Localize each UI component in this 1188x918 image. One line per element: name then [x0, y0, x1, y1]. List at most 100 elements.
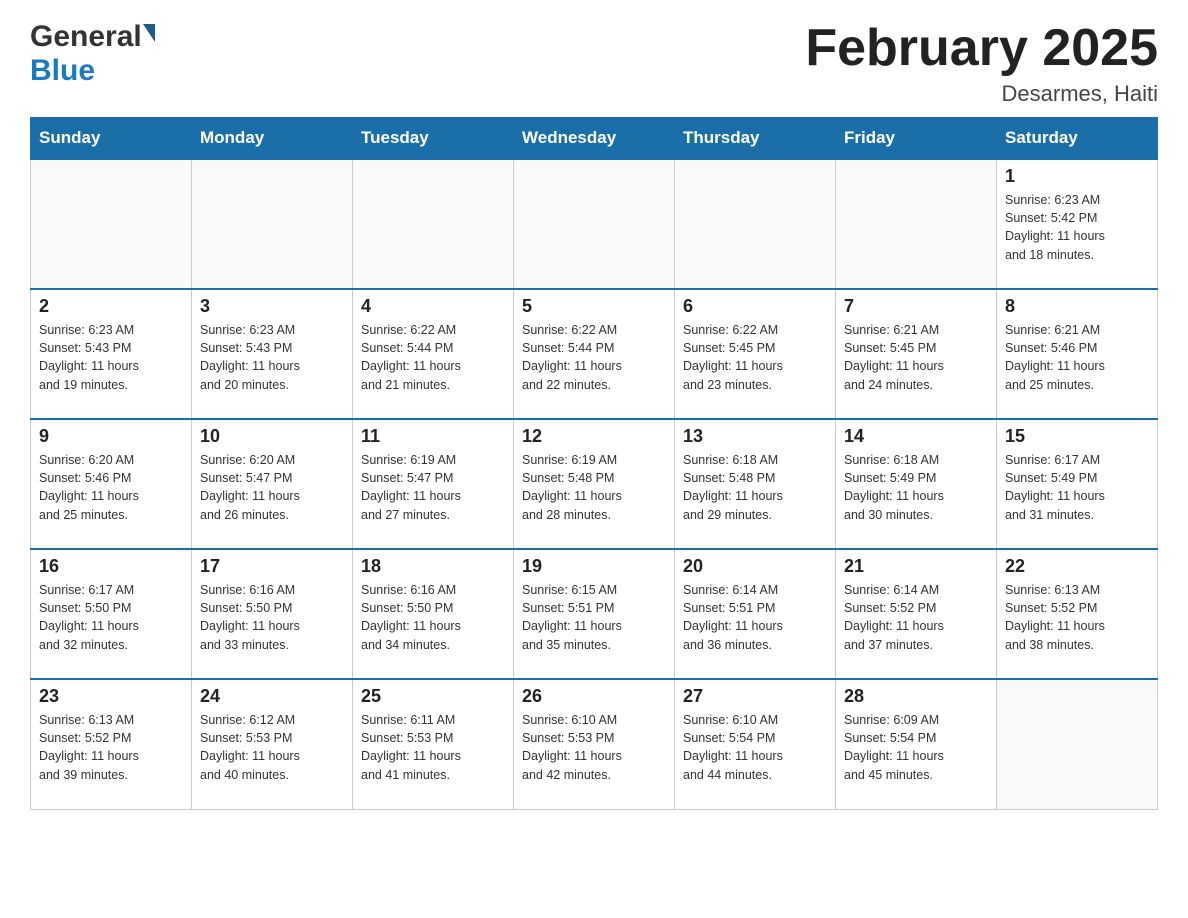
- day-number: 2: [39, 296, 183, 317]
- calendar-cell: [675, 159, 836, 289]
- month-title: February 2025: [805, 20, 1158, 77]
- day-info: Sunrise: 6:11 AM Sunset: 5:53 PM Dayligh…: [361, 711, 505, 784]
- calendar-week-row: 9 Sunrise: 6:20 AM Sunset: 5:46 PM Daylig…: [31, 419, 1158, 549]
- day-info: Sunrise: 6:13 AM Sunset: 5:52 PM Dayligh…: [39, 711, 183, 784]
- logo-blue-text: Blue: [30, 54, 95, 87]
- calendar-cell: 20Sunrise: 6:14 AM Sunset: 5:51 PM Dayli…: [675, 549, 836, 679]
- day-number: 20: [683, 556, 827, 577]
- day-number: 23: [39, 686, 183, 707]
- day-info: Sunrise: 6:17 AM Sunset: 5:50 PM Dayligh…: [39, 581, 183, 654]
- day-info: Sunrise: 6:21 AM Sunset: 5:46 PM Dayligh…: [1005, 321, 1149, 394]
- calendar-week-row: 16 Sunrise: 6:17 AM Sunset: 5:50 PM Dayli…: [31, 549, 1158, 679]
- day-number: 25: [361, 686, 505, 707]
- calendar-cell: 24 Sunrise: 6:12 AM Sunset: 5:53 PM Dayli…: [192, 679, 353, 809]
- day-number: 21: [844, 556, 988, 577]
- day-number: 11: [361, 426, 505, 447]
- calendar-cell: 12 Sunrise: 6:19 AM Sunset: 5:48 PM Dayli…: [514, 419, 675, 549]
- day-number: 15: [1005, 426, 1149, 447]
- weekday-header-saturday: Saturday: [997, 118, 1158, 160]
- day-number: 16: [39, 556, 183, 577]
- day-info: Sunrise: 6:19 AM Sunset: 5:48 PM Dayligh…: [522, 451, 666, 524]
- day-number: 8: [1005, 296, 1149, 317]
- calendar-cell: 25 Sunrise: 6:11 AM Sunset: 5:53 PM Dayli…: [353, 679, 514, 809]
- logo-triangle-icon: [143, 24, 155, 42]
- day-info: Sunrise: 6:23 AM Sunset: 5:43 PM Dayligh…: [200, 321, 344, 394]
- calendar-cell: 18 Sunrise: 6:16 AM Sunset: 5:50 PM Dayli…: [353, 549, 514, 679]
- day-info: Sunrise: 6:22 AM Sunset: 5:44 PM Dayligh…: [522, 321, 666, 394]
- calendar-cell: 7Sunrise: 6:21 AM Sunset: 5:45 PM Daylig…: [836, 289, 997, 419]
- day-info: Sunrise: 6:15 AM Sunset: 5:51 PM Dayligh…: [522, 581, 666, 654]
- day-number: 19: [522, 556, 666, 577]
- calendar-cell: 8 Sunrise: 6:21 AM Sunset: 5:46 PM Daylig…: [997, 289, 1158, 419]
- calendar-cell: 27Sunrise: 6:10 AM Sunset: 5:54 PM Dayli…: [675, 679, 836, 809]
- day-info: Sunrise: 6:22 AM Sunset: 5:44 PM Dayligh…: [361, 321, 505, 394]
- day-info: Sunrise: 6:10 AM Sunset: 5:53 PM Dayligh…: [522, 711, 666, 784]
- day-info: Sunrise: 6:16 AM Sunset: 5:50 PM Dayligh…: [200, 581, 344, 654]
- day-number: 10: [200, 426, 344, 447]
- calendar-cell: 26 Sunrise: 6:10 AM Sunset: 5:53 PM Dayli…: [514, 679, 675, 809]
- day-info: Sunrise: 6:20 AM Sunset: 5:47 PM Dayligh…: [200, 451, 344, 524]
- day-number: 3: [200, 296, 344, 317]
- calendar-week-row: 1 Sunrise: 6:23 AM Sunset: 5:42 PM Daylig…: [31, 159, 1158, 289]
- logo-general-text: General: [30, 20, 142, 54]
- day-info: Sunrise: 6:14 AM Sunset: 5:52 PM Dayligh…: [844, 581, 988, 654]
- calendar-cell: 6 Sunrise: 6:22 AM Sunset: 5:45 PM Daylig…: [675, 289, 836, 419]
- calendar-cell: 5 Sunrise: 6:22 AM Sunset: 5:44 PM Daylig…: [514, 289, 675, 419]
- calendar-cell: 13Sunrise: 6:18 AM Sunset: 5:48 PM Dayli…: [675, 419, 836, 549]
- calendar-cell: [514, 159, 675, 289]
- page-header: General Blue February 2025 Desarmes, Hai…: [30, 20, 1158, 107]
- logo: General Blue: [30, 20, 155, 88]
- calendar-cell: [353, 159, 514, 289]
- day-info: Sunrise: 6:19 AM Sunset: 5:47 PM Dayligh…: [361, 451, 505, 524]
- day-info: Sunrise: 6:21 AM Sunset: 5:45 PM Dayligh…: [844, 321, 988, 394]
- calendar-cell: 22Sunrise: 6:13 AM Sunset: 5:52 PM Dayli…: [997, 549, 1158, 679]
- day-info: Sunrise: 6:18 AM Sunset: 5:48 PM Dayligh…: [683, 451, 827, 524]
- weekday-header-tuesday: Tuesday: [353, 118, 514, 160]
- calendar-cell: [836, 159, 997, 289]
- calendar-cell: 1 Sunrise: 6:23 AM Sunset: 5:42 PM Daylig…: [997, 159, 1158, 289]
- calendar-table: SundayMondayTuesdayWednesdayThursdayFrid…: [30, 117, 1158, 810]
- day-info: Sunrise: 6:12 AM Sunset: 5:53 PM Dayligh…: [200, 711, 344, 784]
- day-number: 22: [1005, 556, 1149, 577]
- calendar-cell: 2 Sunrise: 6:23 AM Sunset: 5:43 PM Daylig…: [31, 289, 192, 419]
- day-number: 6: [683, 296, 827, 317]
- day-info: Sunrise: 6:22 AM Sunset: 5:45 PM Dayligh…: [683, 321, 827, 394]
- day-info: Sunrise: 6:17 AM Sunset: 5:49 PM Dayligh…: [1005, 451, 1149, 524]
- location-subtitle: Desarmes, Haiti: [805, 81, 1158, 107]
- day-number: 28: [844, 686, 988, 707]
- day-info: Sunrise: 6:09 AM Sunset: 5:54 PM Dayligh…: [844, 711, 988, 784]
- day-info: Sunrise: 6:20 AM Sunset: 5:46 PM Dayligh…: [39, 451, 183, 524]
- calendar-cell: [192, 159, 353, 289]
- title-block: February 2025 Desarmes, Haiti: [805, 20, 1158, 107]
- day-info: Sunrise: 6:18 AM Sunset: 5:49 PM Dayligh…: [844, 451, 988, 524]
- day-number: 18: [361, 556, 505, 577]
- day-number: 9: [39, 426, 183, 447]
- calendar-cell: 23 Sunrise: 6:13 AM Sunset: 5:52 PM Dayli…: [31, 679, 192, 809]
- weekday-header-row: SundayMondayTuesdayWednesdayThursdayFrid…: [31, 118, 1158, 160]
- calendar-cell: 14 Sunrise: 6:18 AM Sunset: 5:49 PM Dayli…: [836, 419, 997, 549]
- calendar-cell: 19 Sunrise: 6:15 AM Sunset: 5:51 PM Dayli…: [514, 549, 675, 679]
- calendar-week-row: 23 Sunrise: 6:13 AM Sunset: 5:52 PM Dayli…: [31, 679, 1158, 809]
- day-number: 14: [844, 426, 988, 447]
- calendar-cell: 17Sunrise: 6:16 AM Sunset: 5:50 PM Dayli…: [192, 549, 353, 679]
- calendar-week-row: 2 Sunrise: 6:23 AM Sunset: 5:43 PM Daylig…: [31, 289, 1158, 419]
- day-number: 4: [361, 296, 505, 317]
- calendar-cell: 11 Sunrise: 6:19 AM Sunset: 5:47 PM Dayli…: [353, 419, 514, 549]
- day-number: 12: [522, 426, 666, 447]
- day-info: Sunrise: 6:16 AM Sunset: 5:50 PM Dayligh…: [361, 581, 505, 654]
- weekday-header-wednesday: Wednesday: [514, 118, 675, 160]
- calendar-cell: 10 Sunrise: 6:20 AM Sunset: 5:47 PM Dayli…: [192, 419, 353, 549]
- calendar-cell: 15 Sunrise: 6:17 AM Sunset: 5:49 PM Dayli…: [997, 419, 1158, 549]
- calendar-cell: 3 Sunrise: 6:23 AM Sunset: 5:43 PM Daylig…: [192, 289, 353, 419]
- calendar-cell: 21 Sunrise: 6:14 AM Sunset: 5:52 PM Dayli…: [836, 549, 997, 679]
- day-number: 27: [683, 686, 827, 707]
- calendar-cell: [31, 159, 192, 289]
- day-info: Sunrise: 6:23 AM Sunset: 5:43 PM Dayligh…: [39, 321, 183, 394]
- day-number: 26: [522, 686, 666, 707]
- day-info: Sunrise: 6:23 AM Sunset: 5:42 PM Dayligh…: [1005, 191, 1149, 264]
- day-number: 1: [1005, 166, 1149, 187]
- day-number: 5: [522, 296, 666, 317]
- weekday-header-thursday: Thursday: [675, 118, 836, 160]
- day-number: 24: [200, 686, 344, 707]
- calendar-cell: 16 Sunrise: 6:17 AM Sunset: 5:50 PM Dayli…: [31, 549, 192, 679]
